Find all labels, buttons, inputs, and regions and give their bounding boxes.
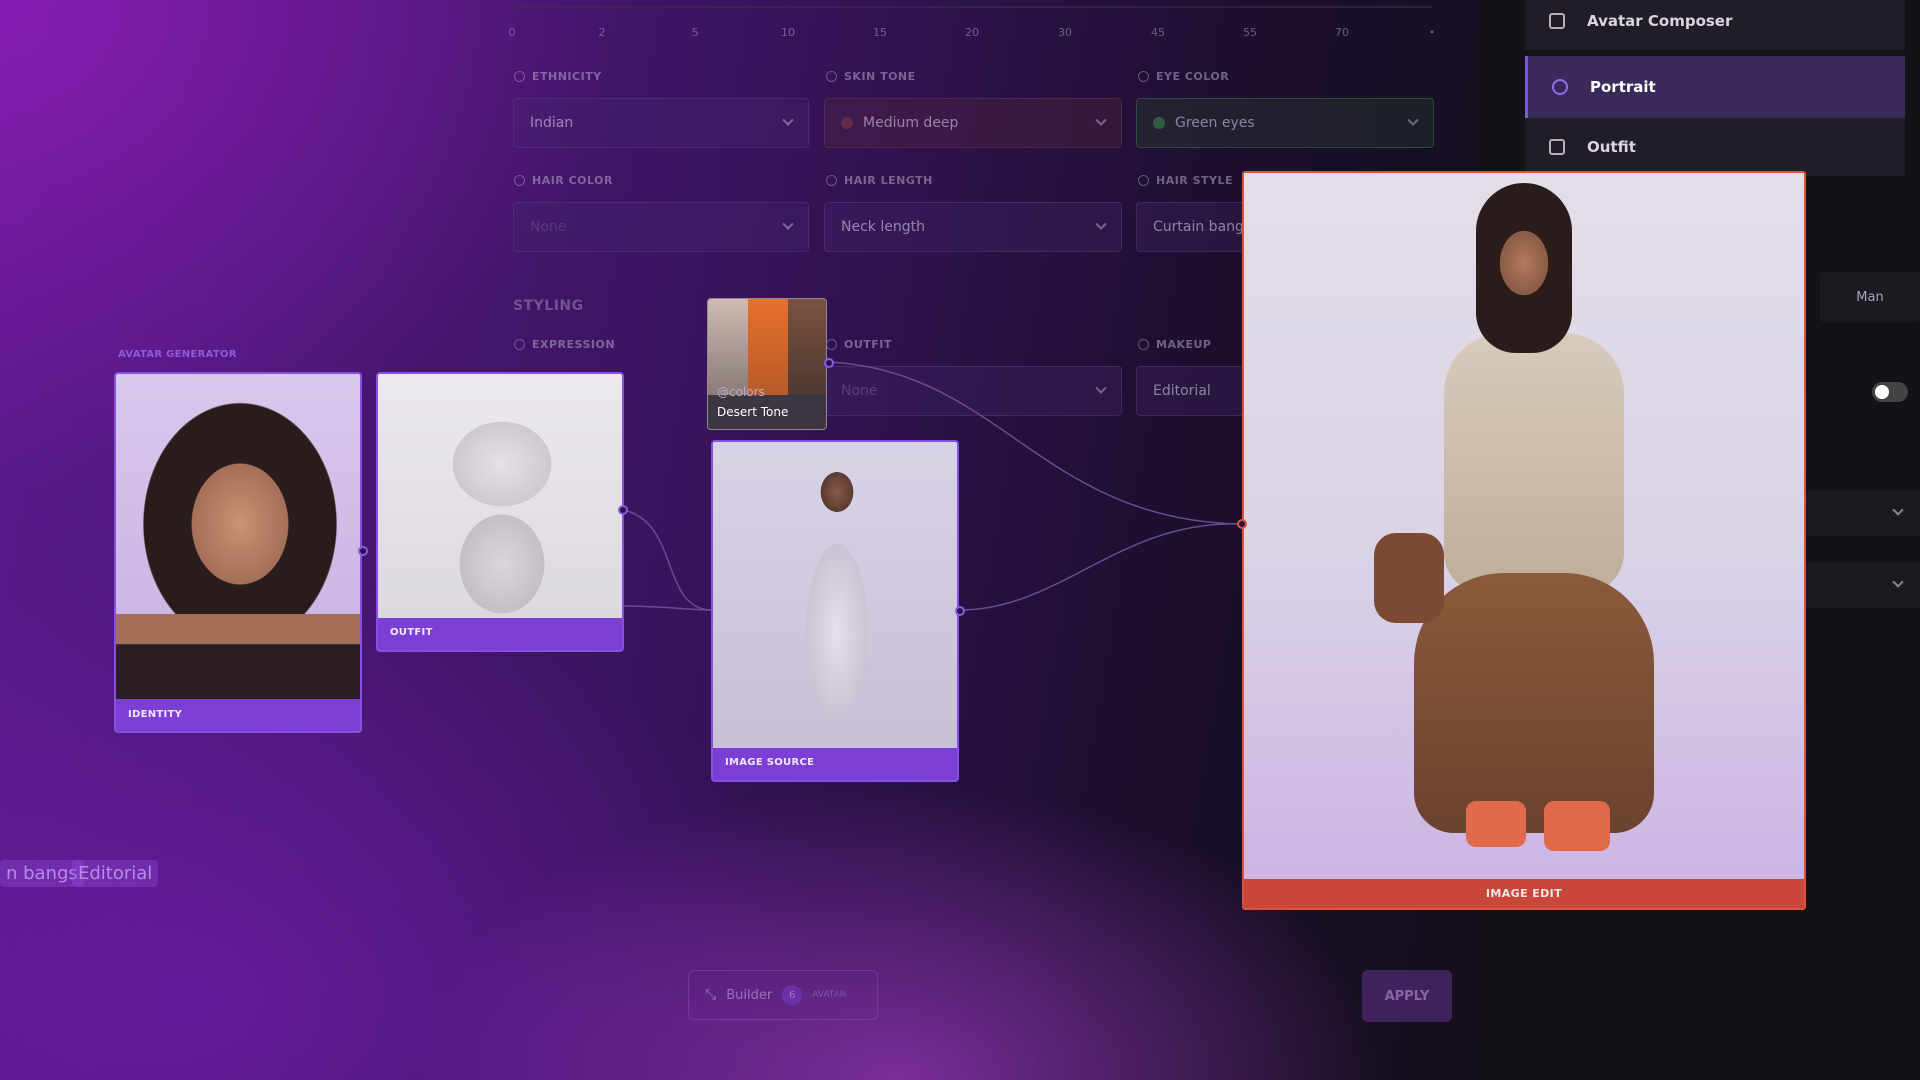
identity-output-port[interactable] [358, 546, 368, 556]
collapse-icon: ⤡ [705, 987, 717, 1003]
outfit-flatlay-image [378, 374, 622, 618]
tag-makeup[interactable]: Editorial [72, 860, 159, 887]
image-edit-node[interactable]: IMAGE EDIT [1242, 171, 1806, 910]
cargo-pants [1414, 573, 1654, 833]
swatch-2 [748, 299, 788, 395]
puffer-jacket [1444, 333, 1624, 593]
identity-node[interactable]: IDENTITY [114, 372, 362, 733]
outfit-caption: OUTFIT [390, 626, 433, 638]
apply-button[interactable]: APPLY [1362, 970, 1452, 1022]
swatch-1 [708, 299, 748, 395]
identity-caption: IDENTITY [128, 708, 183, 720]
model-head [1476, 183, 1572, 353]
right-boot [1544, 801, 1610, 851]
image-edit-input-port[interactable] [1237, 519, 1247, 529]
colors-output-port[interactable] [824, 358, 834, 368]
image-source-output-port[interactable] [955, 606, 965, 616]
colors-tag: @colors [717, 385, 765, 399]
colors-node[interactable]: @colors Desert Tone [707, 298, 827, 430]
outfit-node[interactable]: OUTFIT [376, 372, 624, 652]
image-edit-caption: IMAGE EDIT [1485, 887, 1563, 900]
image-source-caption: IMAGE SOURCE [725, 756, 815, 768]
identity-shoulders [116, 614, 360, 699]
left-boot [1466, 801, 1526, 847]
colors-name: Desert Tone [717, 405, 789, 419]
builder-button[interactable]: ⤡ Builder 6 AVATAR [688, 970, 878, 1020]
builder-avatar-label: AVATAR [812, 990, 847, 1000]
image-source-node[interactable]: IMAGE SOURCE [711, 440, 959, 782]
avatar-generator-label: AVATAR GENERATOR [118, 349, 237, 360]
builder-count-badge: 6 [782, 985, 803, 1005]
outfit-output-port[interactable] [618, 505, 628, 515]
swatch-3 [788, 299, 826, 395]
image-source-photo [713, 442, 957, 748]
handbag [1374, 533, 1444, 623]
